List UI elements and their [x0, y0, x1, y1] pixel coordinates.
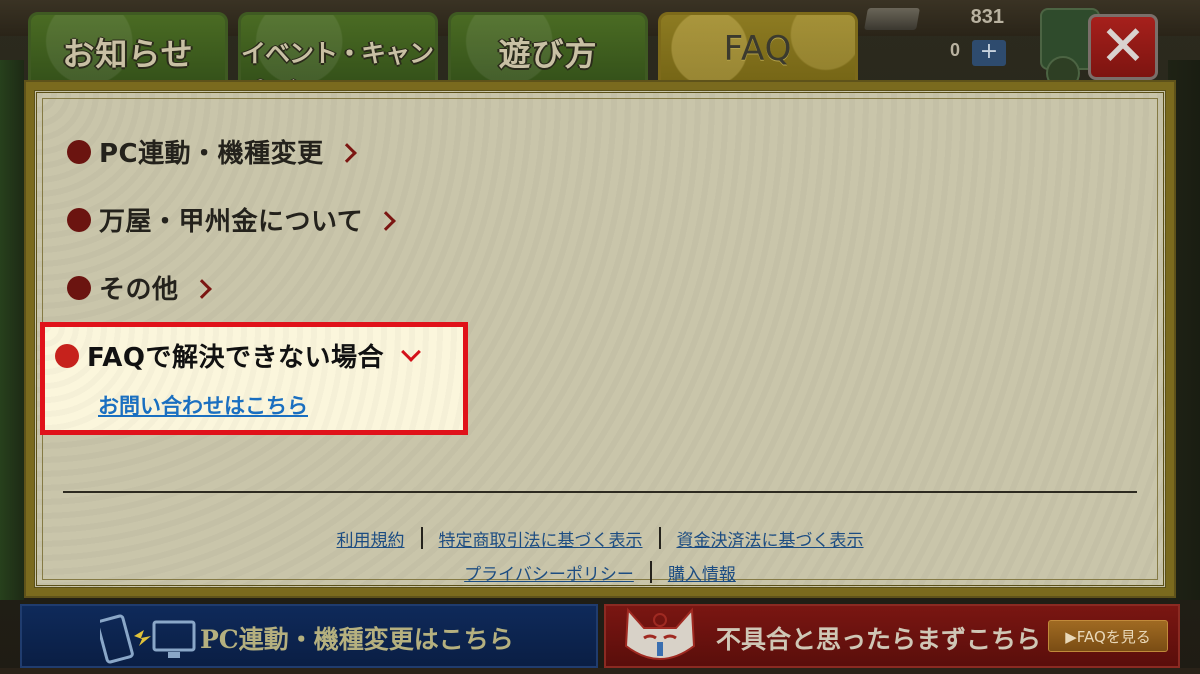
terms-link[interactable]: 利用規約 — [321, 526, 421, 551]
commercial-law-link[interactable]: 特定商取引法に基づく表示 — [423, 526, 659, 551]
pc-link-banner[interactable]: PC連動・機種変更はこちら — [20, 604, 598, 668]
payment-law-link[interactable]: 資金決済法に基づく表示 — [661, 526, 880, 551]
chevron-right-icon — [191, 278, 212, 299]
chevron-right-icon — [376, 210, 397, 231]
faq-item-label: PC連動・機種変更 — [99, 139, 324, 169]
faq-item-label: その他 — [99, 275, 179, 305]
faq-item-pc-link[interactable]: PC連動・機種変更 — [67, 133, 357, 170]
faq-item-label: 万屋・甲州金について — [99, 207, 364, 237]
bullet-icon — [55, 343, 79, 368]
currency-amount-secondary: 0 — [949, 40, 960, 60]
banner-text: 不具合と思ったらまずこちら — [716, 625, 1042, 654]
faq-item-unresolved-highlight: FAQで解決できない場合 お問い合わせはこちら — [40, 322, 468, 435]
faq-item-label: FAQで解決できない場合 — [87, 343, 385, 373]
tab-label: お知らせ — [62, 35, 194, 73]
tab-events[interactable]: イベント・キャンペーン — [238, 12, 438, 104]
kitsune-mask-icon — [624, 607, 696, 660]
background-left-edge — [0, 60, 24, 600]
footer-links: 利用規約 特定商取引法に基づく表示 資金決済法に基づく表示 プライバシーポリシー… — [37, 521, 1163, 589]
contact-link[interactable]: お問い合わせはこちら — [98, 390, 308, 420]
bottom-edge — [0, 668, 1200, 674]
bullet-icon — [67, 275, 91, 300]
bullet-icon — [67, 207, 91, 232]
currency-display: 831 0 + — [864, 6, 1016, 66]
add-currency-button[interactable]: + — [972, 40, 1006, 66]
tab-how-to-play[interactable]: 遊び方 — [448, 12, 648, 84]
faq-item-yorozuya[interactable]: 万屋・甲州金について — [67, 201, 397, 238]
devices-icon — [100, 614, 196, 664]
purchase-info-link[interactable]: 購入情報 — [652, 560, 752, 585]
privacy-policy-link[interactable]: プライバシーポリシー — [448, 560, 650, 585]
banner-text: PC連動・機種変更はこちら — [200, 625, 514, 654]
faq-item-other[interactable]: その他 — [67, 269, 212, 306]
currency-amount: 831 — [970, 6, 1004, 28]
close-icon: ✕ — [1099, 14, 1147, 79]
see-faq-button[interactable]: ▶FAQを見る — [1048, 620, 1168, 652]
tab-news[interactable]: お知らせ — [28, 12, 228, 84]
faq-item-unresolved[interactable]: FAQで解決できない場合 — [55, 337, 421, 374]
footer-divider — [63, 491, 1137, 493]
chevron-right-icon — [336, 142, 357, 163]
trouble-banner[interactable]: 不具合と思ったらまずこちら ▶FAQを見る — [604, 604, 1180, 668]
tab-label: FAQ — [723, 29, 793, 69]
currency-icon — [864, 8, 920, 30]
footer-row-1: 利用規約 特定商取引法に基づく表示 資金決済法に基づく表示 — [37, 521, 1163, 555]
tab-label: 遊び方 — [498, 35, 598, 73]
close-button[interactable]: ✕ — [1088, 14, 1158, 80]
tab-faq[interactable]: FAQ — [658, 12, 858, 84]
chevron-down-icon — [401, 341, 421, 362]
bullet-icon — [67, 139, 91, 164]
footer-row-2: プライバシーポリシー 購入情報 — [37, 555, 1163, 589]
